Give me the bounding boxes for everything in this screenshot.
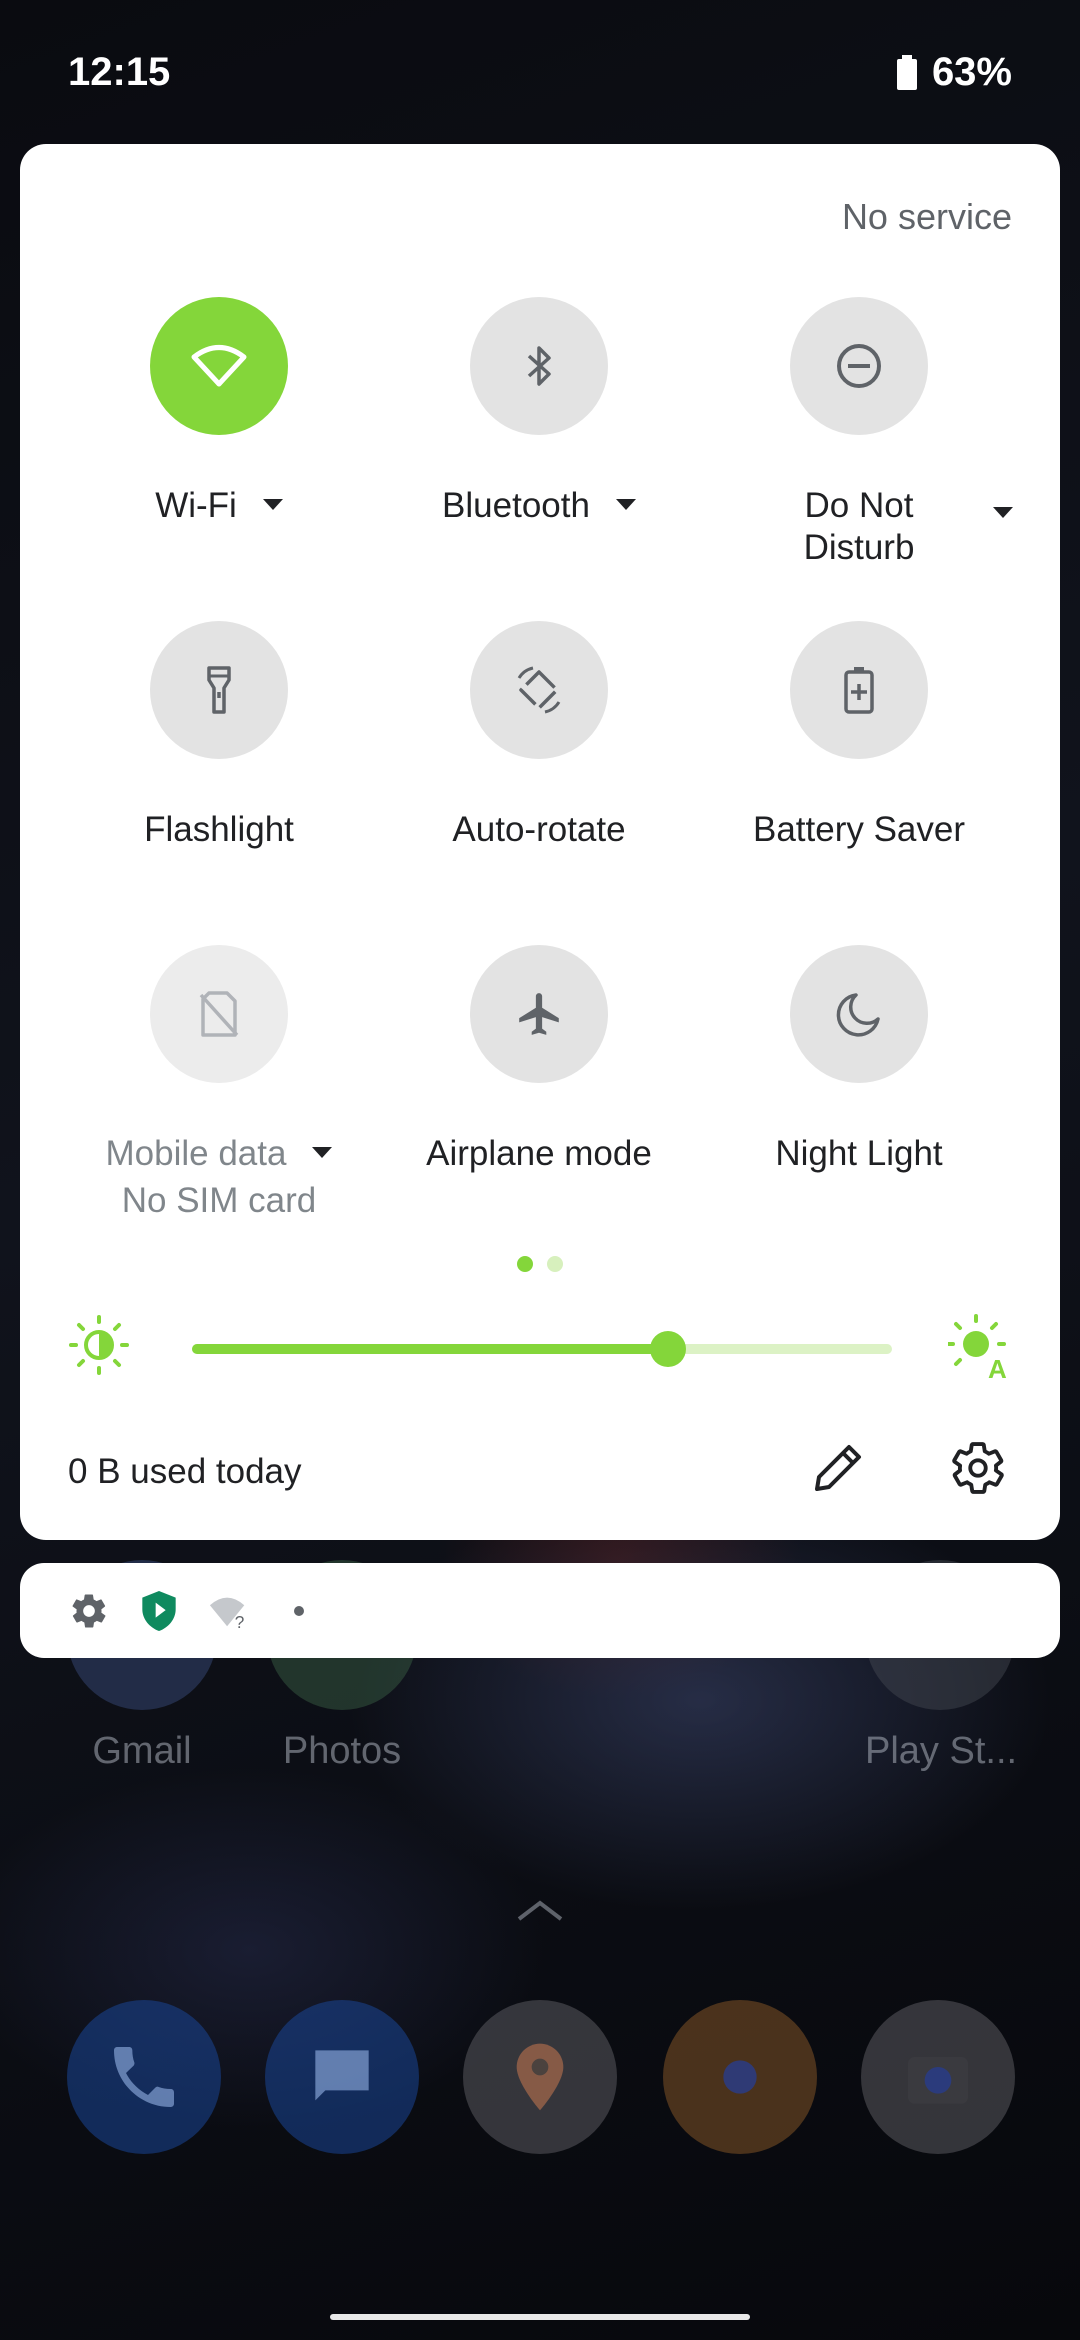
- tile-dnd-toggle[interactable]: [790, 297, 928, 435]
- tile-flashlight-toggle[interactable]: [150, 621, 288, 759]
- tile-mobile-data[interactable]: Mobile data No SIM card: [59, 945, 379, 1223]
- svg-text:A: A: [988, 1354, 1007, 1380]
- tile-night-light[interactable]: Night Light: [699, 945, 1019, 1175]
- brightness-slider[interactable]: [192, 1331, 892, 1367]
- status-battery: 63%: [896, 50, 1012, 95]
- settings-button[interactable]: [940, 1430, 1016, 1506]
- tile-mobile-data-label[interactable]: Mobile data: [106, 1133, 333, 1175]
- navigation-handle[interactable]: [330, 2314, 750, 2320]
- page-dot[interactable]: [547, 1256, 563, 1272]
- bluetooth-icon: [527, 346, 551, 386]
- tile-battery-saver[interactable]: Battery Saver: [699, 621, 1019, 851]
- notification-icon-strip[interactable]: ?: [20, 1563, 1060, 1658]
- status-time: 12:15: [68, 50, 171, 94]
- home-app-label: Photos: [282, 1730, 402, 1772]
- home-app-label: Play St...: [865, 1730, 1018, 1772]
- dropdown-caret-icon[interactable]: [312, 1147, 333, 1159]
- app-drawer-chevron-icon: [517, 1900, 563, 1921]
- tile-do-not-disturb[interactable]: Do Not Disturb: [699, 297, 1019, 569]
- brightness-slider-fill: [192, 1344, 668, 1354]
- battery-saver-icon: [844, 667, 874, 714]
- tile-night-light-label[interactable]: Night Light: [775, 1133, 942, 1175]
- brightness-low-icon: [69, 1315, 129, 1375]
- minus-circle-icon: [837, 344, 881, 388]
- home-app-label: Gmail: [92, 1730, 192, 1772]
- svg-text:?: ?: [235, 1612, 245, 1631]
- brightness-auto-icon[interactable]: A: [948, 1314, 1014, 1380]
- tile-night-light-toggle[interactable]: [790, 945, 928, 1083]
- moon-icon: [836, 993, 880, 1037]
- edit-icon: [815, 1445, 861, 1491]
- settings-icon: [68, 1590, 110, 1632]
- tile-battery-saver-label[interactable]: Battery Saver: [753, 809, 965, 851]
- flashlight-icon: [207, 666, 231, 714]
- brightness-row: A: [20, 1314, 1060, 1384]
- carrier-text: No service: [841, 196, 1012, 237]
- wifi-icon: [191, 345, 247, 387]
- tile-airplane-mode[interactable]: Airplane mode: [379, 945, 699, 1175]
- settings-icon: [952, 1442, 1004, 1494]
- tile-mobile-data-sublabel: No SIM card: [121, 1181, 317, 1220]
- chrome-icon: [663, 2000, 817, 2154]
- tile-wifi[interactable]: Wi-Fi: [59, 297, 379, 527]
- brightness-slider-thumb[interactable]: [650, 1331, 686, 1367]
- dot-icon: [278, 1590, 320, 1632]
- tile-mobile-data-toggle[interactable]: [150, 945, 288, 1083]
- tile-bluetooth-label[interactable]: Bluetooth: [442, 485, 636, 527]
- tile-flashlight[interactable]: Flashlight: [59, 621, 379, 851]
- quick-settings-panel: No service Wi-Fi Bluetooth Do Not Distur…: [20, 144, 1060, 1540]
- dropdown-caret-icon[interactable]: [615, 499, 636, 511]
- play-protect-icon: [138, 1590, 180, 1632]
- tile-auto-rotate-toggle[interactable]: [470, 621, 608, 759]
- messages-icon: [265, 2000, 419, 2154]
- phone-icon: [67, 2000, 221, 2154]
- tile-bluetooth-toggle[interactable]: [470, 297, 608, 435]
- maps-icon: [463, 2000, 617, 2154]
- tile-battery-saver-toggle[interactable]: [790, 621, 928, 759]
- battery-percent: 63%: [931, 50, 1012, 94]
- dropdown-caret-icon[interactable]: [262, 499, 283, 511]
- page-indicator: [20, 1256, 1060, 1272]
- tile-bluetooth[interactable]: Bluetooth: [379, 297, 699, 527]
- tile-wifi-label[interactable]: Wi-Fi: [155, 485, 283, 527]
- tile-auto-rotate-label[interactable]: Auto-rotate: [452, 809, 625, 851]
- camera-go-icon: [861, 2000, 1015, 2154]
- tile-dnd-label[interactable]: Do Not Disturb: [699, 485, 1019, 569]
- rotate-icon: [517, 666, 561, 714]
- battery-icon: [896, 54, 917, 90]
- tile-wifi-toggle[interactable]: [150, 297, 288, 435]
- tile-flashlight-label[interactable]: Flashlight: [144, 809, 294, 851]
- tile-airplane-label[interactable]: Airplane mode: [426, 1133, 652, 1175]
- status-bar: 12:15 63%: [0, 0, 1080, 140]
- tile-auto-rotate[interactable]: Auto-rotate: [379, 621, 699, 851]
- airplane-icon: [519, 993, 559, 1035]
- dropdown-caret-icon[interactable]: [993, 507, 1013, 518]
- no-sim-icon: [199, 991, 239, 1037]
- page-dot-active[interactable]: [517, 1256, 533, 1272]
- edit-button[interactable]: [800, 1430, 876, 1506]
- wifi-question-icon: ?: [208, 1590, 250, 1632]
- tile-airplane-toggle[interactable]: [470, 945, 608, 1083]
- data-usage-text[interactable]: 0 B used today: [68, 1452, 302, 1492]
